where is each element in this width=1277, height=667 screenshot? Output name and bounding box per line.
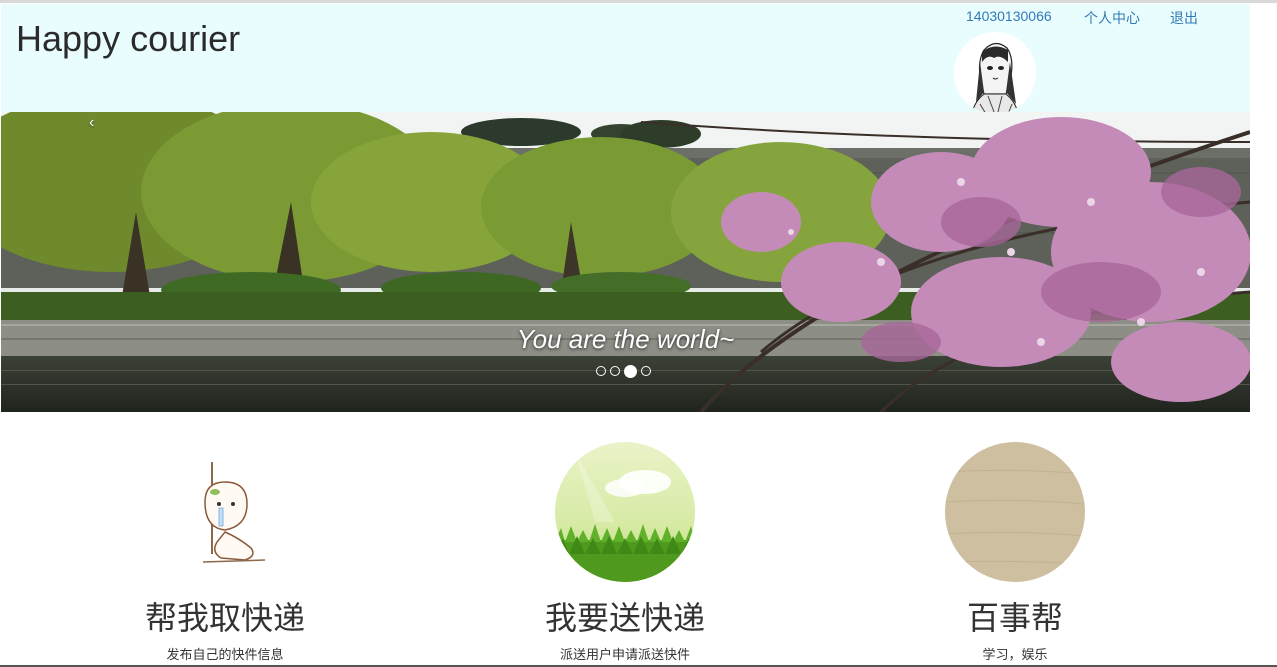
wood-texture-icon — [945, 442, 1085, 582]
cartoon-character-icon — [155, 442, 295, 582]
feature-pickup[interactable]: 帮我取快递 发布自己的快件信息 — [75, 442, 375, 663]
top-border — [0, 0, 1277, 3]
profile-link[interactable]: 个人中心 — [1084, 8, 1140, 28]
feature-deliver-image — [555, 442, 695, 582]
user-id-link[interactable]: 14030130066 — [966, 8, 1052, 24]
carousel-indicator-dot[interactable] — [641, 366, 651, 376]
grass-meadow-icon — [555, 442, 695, 582]
carousel-indicators — [596, 364, 651, 378]
site-header: Happy courier 14030130066 个人中心 退出 — [1, 4, 1250, 114]
feature-title: 我要送快递 — [544, 600, 705, 636]
carousel-indicator-dot[interactable] — [596, 366, 606, 376]
feature-description: 派送用户申请派送快件 — [559, 647, 690, 662]
user-avatar[interactable] — [954, 32, 1036, 114]
feature-deliver[interactable]: 我要送快递派送用户申请派送快件 — [475, 442, 775, 663]
feature-description: 发布自己的快件信息 — [166, 647, 284, 662]
carousel-indicator-dot[interactable] — [610, 366, 620, 376]
carousel-caption: You are the world~ — [516, 324, 735, 354]
feature-title: 百事帮 — [966, 600, 1063, 636]
feature-title: 帮我取快递 — [144, 600, 305, 636]
carousel-prev-control[interactable]: ‹ — [89, 114, 94, 132]
feature-misc-image — [945, 442, 1085, 582]
logout-link[interactable]: 退出 — [1170, 8, 1198, 28]
feature-pickup-image — [155, 442, 295, 582]
image-carousel[interactable]: ‹ You are the world~ — [1, 112, 1250, 412]
feature-description: 学习，娱乐 — [982, 647, 1048, 662]
anime-avatar-icon — [954, 32, 1036, 114]
carousel-indicator-dot[interactable] — [624, 364, 637, 378]
brand-title[interactable]: Happy courier — [16, 18, 240, 60]
feature-misc-help[interactable]: 百事帮学习，娱乐 — [865, 442, 1165, 663]
